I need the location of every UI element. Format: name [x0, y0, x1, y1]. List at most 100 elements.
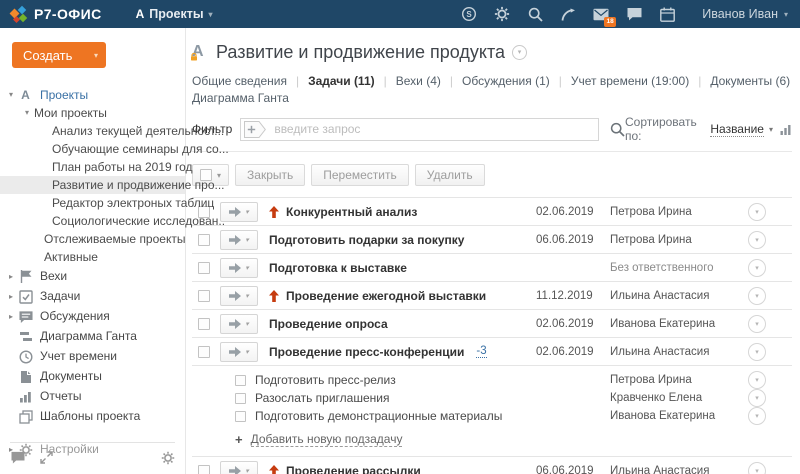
task-title-link[interactable]: Проведение пресс-конференции: [269, 345, 464, 359]
task-checkbox[interactable]: [198, 233, 210, 246]
topbar-products-menu[interactable]: А Проекты ▾: [136, 7, 213, 21]
subtask-checkbox[interactable]: [235, 410, 246, 422]
feed-icon[interactable]: [560, 6, 576, 22]
expand-icon[interactable]: [39, 450, 54, 465]
task-action-button[interactable]: ▾: [220, 313, 258, 334]
task-assignee-link[interactable]: Петрова Ирина: [610, 234, 738, 246]
sidebar-item-gantt[interactable]: Диаграмма Ганта: [0, 327, 185, 346]
task-assignee-link[interactable]: Ильина Анастасия: [610, 465, 738, 474]
sort-direction-icon[interactable]: [780, 123, 792, 135]
delete-tasks-button[interactable]: Удалить: [414, 164, 485, 186]
subtask-title-link[interactable]: Подготовить демонстрационные материалы: [255, 409, 536, 423]
create-button[interactable]: Создать ▾: [12, 42, 106, 68]
move-tasks-button[interactable]: Переместить: [311, 164, 409, 186]
task-assignee-link[interactable]: Ильина Анастасия: [610, 290, 738, 302]
task-assignee-link[interactable]: Иванова Екатерина: [610, 318, 738, 330]
task-checkbox[interactable]: [198, 464, 210, 474]
plus-icon[interactable]: +: [235, 432, 243, 447]
tree-expander-icon[interactable]: ▾: [9, 86, 18, 104]
subtask-title-link[interactable]: Разослать приглашения: [255, 391, 536, 405]
sidebar-item-milestones[interactable]: ▸ Вехи: [0, 267, 185, 286]
gear-icon[interactable]: [494, 6, 510, 22]
subtask-menu-button[interactable]: ▾: [748, 407, 766, 425]
task-action-button[interactable]: ▾: [220, 341, 258, 362]
sidebar-item-projects[interactable]: ▾ А Проекты: [0, 86, 185, 104]
user-menu[interactable]: Иванов Иван ▾: [702, 7, 788, 21]
sidebar-project-item[interactable]: Анализ текущей деятельност...: [0, 122, 224, 140]
task-action-button[interactable]: ▾: [220, 201, 258, 222]
task-menu-button[interactable]: ▾: [748, 342, 766, 361]
sidebar-item-tasks[interactable]: ▸ Задачи: [0, 287, 185, 306]
tab-tasks[interactable]: Задачи (11): [287, 74, 375, 88]
search-icon[interactable]: [527, 6, 543, 22]
app-logo[interactable]: Р7-ОФИС: [9, 5, 102, 23]
subtask-menu-button[interactable]: ▾: [748, 389, 766, 407]
task-action-button[interactable]: ▾: [220, 229, 258, 250]
sidebar-item-followed-projects[interactable]: Отслеживаемые проекты: [0, 230, 185, 248]
tab-documents[interactable]: Документы (6): [689, 74, 790, 88]
task-checkbox[interactable]: [198, 345, 210, 358]
task-menu-button[interactable]: ▾: [748, 286, 766, 305]
subtask-assignee-link[interactable]: Кравченко Елена: [610, 392, 738, 404]
task-action-button[interactable]: ▾: [220, 285, 258, 306]
sidebar-item-active-projects[interactable]: Активные: [0, 248, 185, 266]
subtask-checkbox[interactable]: [235, 392, 246, 404]
tab-discussions[interactable]: Обсуждения (1): [441, 74, 550, 88]
task-title-link[interactable]: Проведение ежегодной выставки: [286, 289, 486, 303]
subtask-assignee-link[interactable]: Иванова Екатерина: [610, 410, 738, 422]
sidebar-project-item[interactable]: Обучающие семинары для со...: [0, 140, 229, 158]
task-title-link[interactable]: Проведение рассылки: [286, 464, 421, 474]
project-actions-button[interactable]: ▾: [512, 44, 528, 60]
sidebar-item-discussions[interactable]: ▸ Обсуждения: [0, 307, 185, 326]
calendar-icon[interactable]: [659, 6, 675, 22]
chat-icon[interactable]: [626, 6, 642, 22]
close-tasks-button[interactable]: Закрыть: [235, 164, 306, 186]
subtask-title-link[interactable]: Подготовить пресс-релиз: [255, 373, 536, 387]
task-title-link[interactable]: Подготовить подарки за покупку: [269, 233, 464, 247]
add-subtask-link[interactable]: Добавить новую подзадачу: [250, 432, 403, 447]
task-menu-button[interactable]: ▾: [748, 314, 766, 333]
task-title-link[interactable]: Конкурентный анализ: [286, 205, 417, 219]
sidebar-project-item[interactable]: План работы на 2019 год: [0, 158, 193, 176]
task-checkbox[interactable]: [198, 261, 210, 274]
task-action-button[interactable]: ▾: [220, 460, 258, 474]
tab-general[interactable]: Общие сведения: [192, 74, 287, 88]
support-chat-icon[interactable]: [10, 450, 25, 465]
subtask-menu-button[interactable]: ▾: [748, 371, 766, 389]
tab-gantt[interactable]: Диаграмма Ганта: [192, 91, 289, 105]
sidebar-item-reports[interactable]: Отчеты: [0, 387, 185, 406]
tab-contacts[interactable]: Контакты: [790, 74, 800, 88]
mail-icon[interactable]: 18: [593, 6, 617, 27]
task-checkbox[interactable]: [198, 289, 210, 302]
task-action-button[interactable]: ▾: [220, 257, 258, 278]
sidebar-item-my-projects[interactable]: ▾ Мои проекты: [0, 104, 185, 122]
task-menu-button[interactable]: ▾: [748, 230, 766, 249]
task-assignee-link[interactable]: Петрова Ирина: [610, 206, 738, 218]
sidebar-project-item[interactable]: Редактор электроных таблиц: [0, 194, 214, 212]
tree-expander-icon[interactable]: ▾: [25, 104, 34, 122]
task-assignee-link[interactable]: Ильина Анастасия: [610, 346, 738, 358]
task-title-link[interactable]: Подготовка к выставке: [269, 261, 407, 275]
sidebar-project-item[interactable]: Социологические исследован..: [0, 212, 225, 230]
subtask-assignee-link[interactable]: Петрова Ирина: [610, 374, 738, 386]
task-menu-button[interactable]: ▾: [748, 461, 766, 474]
search-icon[interactable]: [610, 122, 625, 137]
filter-search-input[interactable]: [274, 122, 592, 136]
gear-icon[interactable]: [160, 450, 175, 465]
sidebar-project-item-selected[interactable]: Развитие и продвижение про...: [0, 176, 225, 194]
payments-icon[interactable]: S: [461, 6, 477, 22]
task-menu-button[interactable]: ▾: [748, 258, 766, 277]
sidebar-item-project-templates[interactable]: Шаблоны проекта: [0, 407, 185, 426]
sidebar-item-documents[interactable]: Документы: [0, 367, 185, 386]
subtask-checkbox[interactable]: [235, 374, 246, 386]
task-checkbox[interactable]: [198, 317, 210, 330]
tree-collapsed-icon[interactable]: ▸: [9, 287, 18, 306]
sidebar-item-time-tracking[interactable]: Учет времени: [0, 347, 185, 366]
subtask-count-link[interactable]: -3: [476, 345, 487, 358]
sort-value[interactable]: Название: [710, 122, 764, 137]
add-filter-button[interactable]: [244, 120, 267, 138]
tree-collapsed-icon[interactable]: ▸: [9, 267, 18, 286]
task-title-link[interactable]: Проведение опроса: [269, 317, 388, 331]
tree-collapsed-icon[interactable]: ▸: [9, 307, 18, 326]
task-menu-button[interactable]: ▾: [748, 202, 766, 221]
